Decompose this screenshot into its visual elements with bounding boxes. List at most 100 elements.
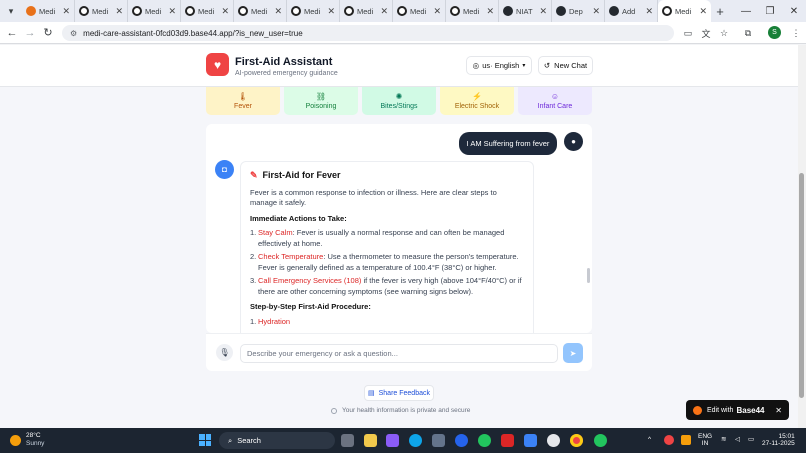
browser-tab[interactable]: Dep ✕	[552, 0, 605, 22]
weather-widget[interactable]: 28°C Sunny	[10, 432, 44, 448]
edge-icon[interactable]	[409, 434, 422, 447]
menu-kebab-icon[interactable]: ⋮	[788, 25, 804, 41]
bolt-icon: ⚡	[472, 92, 482, 101]
install-app-icon[interactable]: ▭	[680, 25, 696, 41]
windows-start-icon[interactable]	[199, 434, 211, 446]
url-text: medi-care-assistant-0fcd03d9.base44.app/…	[83, 28, 303, 38]
tab-close-icon[interactable]: ✕	[433, 6, 441, 17]
cloud-app-icon[interactable]	[524, 434, 537, 447]
tray-chevron-icon[interactable]: ^	[648, 436, 651, 443]
app-icon[interactable]	[478, 434, 491, 447]
browser-tab[interactable]: Medi ✕	[234, 0, 287, 22]
response-intro: Fever is a common response to infection …	[250, 187, 497, 208]
browser-tab[interactable]: Medi ✕	[393, 0, 446, 22]
copilot-icon[interactable]	[386, 434, 399, 447]
category-poisoning[interactable]: ⛓ Poisoning	[284, 87, 358, 115]
chat-scrollbar[interactable]	[587, 268, 590, 283]
category-infant-care[interactable]: ☺ Infant Care	[518, 87, 592, 115]
maximize-icon[interactable]: ❐	[757, 0, 783, 22]
category-fever[interactable]: 🌡 Fever	[206, 87, 280, 115]
close-badge-icon[interactable]: ✕	[775, 406, 782, 415]
edit-with-base44-badge[interactable]: Edit with Base44 ✕	[686, 400, 789, 420]
link-icon: ⛓	[315, 92, 327, 101]
wifi-icon[interactable]: ≋	[721, 436, 726, 443]
language-selector[interactable]: ◎ us· English ▾	[466, 56, 532, 75]
chrome-icon[interactable]	[570, 434, 583, 447]
tab-close-icon[interactable]: ✕	[221, 6, 229, 17]
reload-icon[interactable]: ↻	[39, 26, 57, 39]
new-chat-button[interactable]: ↺ New Chat	[538, 56, 593, 75]
category-bites-stings[interactable]: ✺ Bites/Stings	[362, 87, 436, 115]
taskbar-search[interactable]: ⌕ Search	[219, 432, 335, 449]
tab-favicon-icon	[26, 6, 36, 16]
extensions-icon[interactable]: ⧉	[740, 25, 756, 41]
language-value: us· English	[482, 61, 520, 70]
browser-tab[interactable]: NIAT ✕	[499, 0, 552, 22]
message-input[interactable]	[240, 344, 558, 363]
thermometer-icon: 🌡	[237, 92, 249, 101]
site-info-icon[interactable]: ⚙	[70, 29, 77, 38]
tab-close-icon[interactable]: ✕	[699, 6, 707, 17]
page-scrollbar[interactable]	[798, 45, 806, 428]
tab-close-icon[interactable]: ✕	[486, 6, 494, 17]
clock-time: 15:01	[778, 433, 795, 440]
browser-tab[interactable]: Medi ✕	[658, 0, 711, 22]
bookmark-star-icon[interactable]: ☆	[716, 25, 732, 41]
whatsapp-icon[interactable]	[594, 434, 607, 447]
browser-tab[interactable]: Medi ✕	[75, 0, 128, 22]
browser-tab[interactable]: Medi ✕	[128, 0, 181, 22]
browser-tab[interactable]: Medi ✕	[446, 0, 499, 22]
tab-close-icon[interactable]: ✕	[592, 6, 600, 17]
browser-tab[interactable]: Medi ✕	[22, 0, 75, 22]
close-window-icon[interactable]: ✕	[781, 0, 806, 22]
tab-title: Medi	[410, 6, 427, 16]
tab-close-icon[interactable]: ✕	[62, 6, 70, 17]
tab-close-icon[interactable]: ✕	[274, 6, 282, 17]
windows-taskbar: 28°C Sunny ⌕ Search ^ ENG IN ≋ ◁ ▭ 15:01…	[0, 428, 806, 453]
tab-close-icon[interactable]: ✕	[539, 6, 547, 17]
category-electric-shock[interactable]: ⚡ Electric Shock	[440, 87, 514, 115]
browser-tab[interactable]: Medi ✕	[287, 0, 340, 22]
category-label: Fever	[234, 103, 252, 110]
tab-close-icon[interactable]: ✕	[380, 6, 388, 17]
list-keyword: Check Temperature	[258, 252, 324, 261]
forward-icon[interactable]: →	[21, 27, 39, 39]
minimize-icon[interactable]: —	[733, 0, 759, 22]
tab-search-icon[interactable]: ▾	[0, 0, 22, 22]
battery-icon[interactable]: ▭	[748, 436, 754, 443]
new-tab-button[interactable]: +	[711, 4, 729, 19]
tray-security-icon[interactable]	[681, 435, 691, 445]
weather-condition: Sunny	[26, 440, 45, 447]
tab-close-icon[interactable]: ✕	[168, 6, 176, 17]
input-language[interactable]: ENG IN	[698, 433, 712, 447]
volume-icon[interactable]: ◁	[735, 436, 740, 443]
back-icon[interactable]: ←	[3, 27, 21, 39]
refresh-icon: ↺	[543, 61, 551, 70]
hp-icon[interactable]	[455, 434, 468, 447]
list-keyword: Hydration	[258, 316, 291, 326]
chevron-down-icon: ▾	[522, 63, 526, 69]
response-title-text: First-Aid for Fever	[262, 170, 341, 180]
tab-title: Medi	[675, 6, 692, 16]
chatgpt-icon[interactable]	[547, 434, 560, 447]
tab-close-icon[interactable]: ✕	[115, 6, 123, 17]
browser-tab[interactable]: Add ✕	[605, 0, 658, 22]
url-field[interactable]: ⚙ medi-care-assistant-0fcd03d9.base44.ap…	[62, 25, 674, 41]
file-explorer-icon[interactable]	[364, 434, 377, 447]
page-scrollbar-thumb[interactable]	[799, 173, 804, 398]
store-icon[interactable]	[432, 434, 445, 447]
tab-close-icon[interactable]: ✕	[327, 6, 335, 17]
tab-favicon-icon	[132, 6, 142, 16]
task-view-icon[interactable]	[341, 434, 354, 447]
send-button[interactable]: ➤	[563, 343, 583, 363]
clock[interactable]: 15:01 27-11-2025	[762, 433, 795, 447]
profile-avatar[interactable]: S	[768, 26, 781, 39]
browser-tab[interactable]: Medi ✕	[340, 0, 393, 22]
tray-app-icon[interactable]	[664, 435, 674, 445]
browser-tab[interactable]: Medi ✕	[181, 0, 234, 22]
share-feedback-button[interactable]: ▤ Share Feedback	[364, 385, 434, 401]
translate-icon[interactable]: 文	[698, 25, 714, 41]
microphone-icon[interactable]: 🎙	[216, 344, 233, 361]
mcafee-icon[interactable]	[501, 434, 514, 447]
tab-close-icon[interactable]: ✕	[645, 6, 653, 17]
